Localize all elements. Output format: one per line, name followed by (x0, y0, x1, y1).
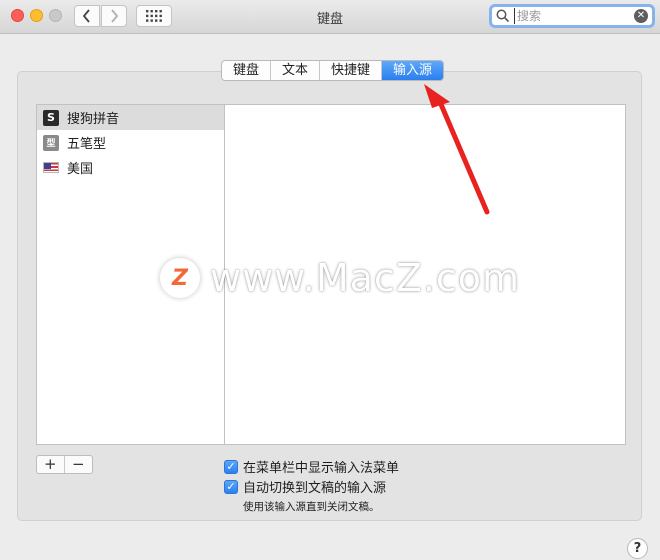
window-title: 键盘 (316, 12, 343, 27)
auto-switch-option[interactable]: ✓ 自动切换到文稿的输入源 (224, 477, 386, 496)
remove-button[interactable]: − (65, 456, 92, 473)
help-button[interactable]: ? (627, 538, 648, 559)
auto-switch-note: 使用该输入源直到关闭文稿。 (243, 501, 380, 513)
show-menu-label: 在菜单栏中显示输入法菜单 (243, 461, 400, 476)
sogou-icon: S (43, 109, 59, 126)
search-input[interactable] (514, 8, 624, 24)
zoom-window-button[interactable] (49, 9, 62, 22)
forward-button[interactable] (101, 5, 127, 27)
tab-keyboard[interactable]: 键盘 (222, 61, 272, 80)
search-icon (496, 9, 510, 23)
add-button[interactable]: + (37, 456, 65, 473)
search-field[interactable]: ✕ (489, 4, 655, 28)
watermark: Z www.MacZ.com (160, 256, 520, 300)
close-window-button[interactable] (11, 9, 24, 22)
list-item-label: 美国 (67, 162, 94, 177)
minimize-window-button[interactable] (30, 9, 43, 22)
us-flag-icon (43, 162, 59, 173)
show-menu-option[interactable]: ✓ 在菜单栏中显示输入法菜单 (224, 457, 399, 476)
show-menu-checkbox[interactable]: ✓ (224, 459, 238, 474)
back-button[interactable] (74, 5, 100, 27)
list-item-us[interactable]: 美国 (37, 155, 224, 180)
watermark-text: www.MacZ.com (210, 256, 521, 300)
chevron-left-icon (82, 9, 90, 23)
auto-switch-label: 自动切换到文稿的输入源 (243, 481, 387, 496)
add-remove-control: + − (36, 455, 93, 474)
list-item-sogou-pinyin[interactable]: S 搜狗拼音 (37, 105, 224, 130)
tab-shortcuts[interactable]: 快捷键 (320, 61, 383, 80)
tab-input-sources[interactable]: 输入源 (382, 61, 444, 80)
list-item-label: 搜狗拼音 (67, 112, 120, 127)
clear-search-icon[interactable]: ✕ (634, 9, 648, 23)
grid-icon (146, 10, 162, 22)
macz-logo-icon: Z (160, 258, 200, 298)
tab-text[interactable]: 文本 (271, 61, 321, 80)
tab-bar: 键盘 文本 快捷键 输入源 (221, 60, 445, 81)
title-bar: 键盘 ✕ (0, 0, 660, 34)
wubi-icon: 型 (43, 134, 59, 151)
list-item-label: 五笔型 (67, 137, 107, 152)
show-all-button[interactable] (136, 5, 172, 27)
chevron-right-icon (111, 9, 119, 23)
list-item-wubi[interactable]: 型 五笔型 (37, 130, 224, 155)
auto-switch-checkbox[interactable]: ✓ (224, 479, 238, 494)
